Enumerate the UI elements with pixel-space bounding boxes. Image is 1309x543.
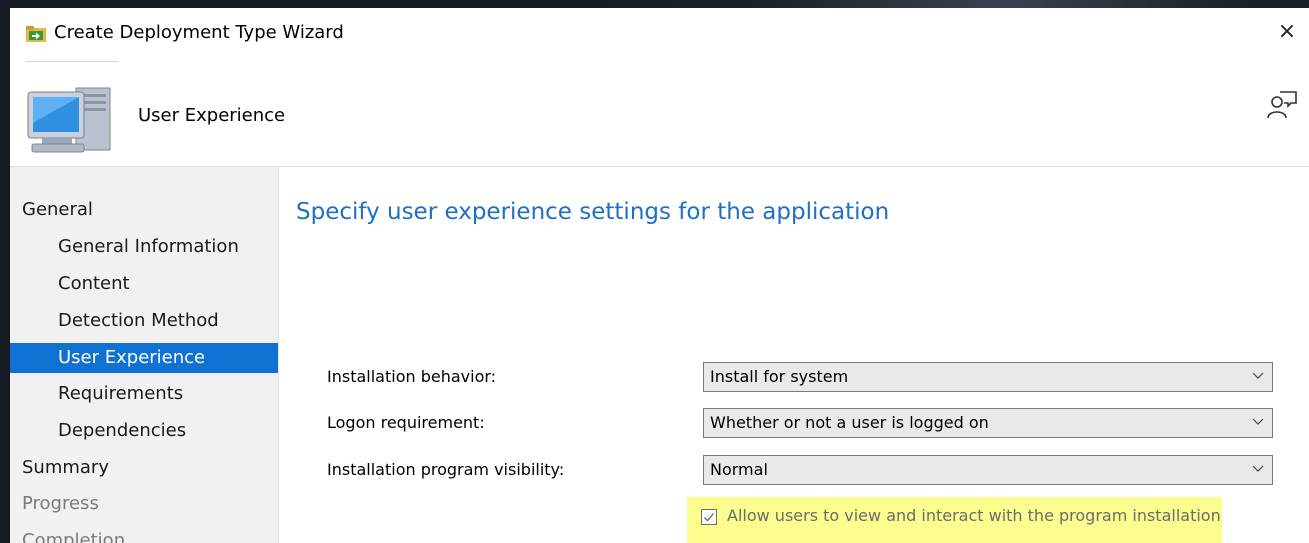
close-button[interactable]: × [1272,16,1302,48]
installation-behavior-label: Installation behavior: [327,367,497,386]
nav-item-dependencies[interactable]: Dependencies [58,416,186,446]
nav-item-user-experience[interactable]: User Experience [10,343,278,373]
window-title: Create Deployment Type Wizard [54,22,344,43]
program-visibility-select[interactable]: Normal [703,455,1273,485]
nav-item-completion: Completion [22,530,126,543]
nav-item-summary[interactable]: Summary [22,453,109,483]
logon-requirement-label: Logon requirement: [327,413,485,432]
program-visibility-value: Normal [710,460,768,479]
main-panel: Specify user experience settings for the… [279,167,1309,543]
feedback-icon[interactable] [1266,89,1298,121]
nav-item-progress: Progress [22,493,99,514]
allow-interaction-checkbox[interactable] [701,509,717,525]
app-icon [26,26,46,42]
checkmark-icon [704,513,714,522]
wizard-header: User Experience [10,58,1309,167]
title-bar: Create Deployment Type Wizard × [10,8,1309,58]
wizard-steps-sidebar: General General Information Content Dete… [10,167,278,543]
chevron-down-icon [1252,418,1264,425]
chevron-down-icon [1252,372,1264,379]
nav-item-general-information[interactable]: General Information [58,232,239,262]
chevron-down-icon [1252,465,1264,472]
page-title: User Experience [138,105,286,126]
nav-item-content[interactable]: Content [58,269,130,299]
logon-requirement-value: Whether or not a user is logged on [710,413,989,432]
nav-item-general[interactable]: General [22,195,93,225]
header-divider [26,61,118,62]
program-visibility-label: Installation program visibility: [327,460,565,479]
installation-behavior-value: Install for system [710,367,849,386]
wizard-window: Create Deployment Type Wizard × User Exp… [10,8,1309,543]
installation-behavior-select[interactable]: Install for system [703,362,1273,392]
logon-requirement-select[interactable]: Whether or not a user is logged on [703,408,1273,438]
computer-icon [27,87,111,153]
allow-interaction-label[interactable]: Allow users to view and interact with th… [727,506,1221,526]
section-heading: Specify user experience settings for the… [296,199,890,225]
nav-item-requirements[interactable]: Requirements [58,379,183,409]
close-icon: × [1277,19,1297,44]
nav-item-detection-method[interactable]: Detection Method [58,306,219,336]
